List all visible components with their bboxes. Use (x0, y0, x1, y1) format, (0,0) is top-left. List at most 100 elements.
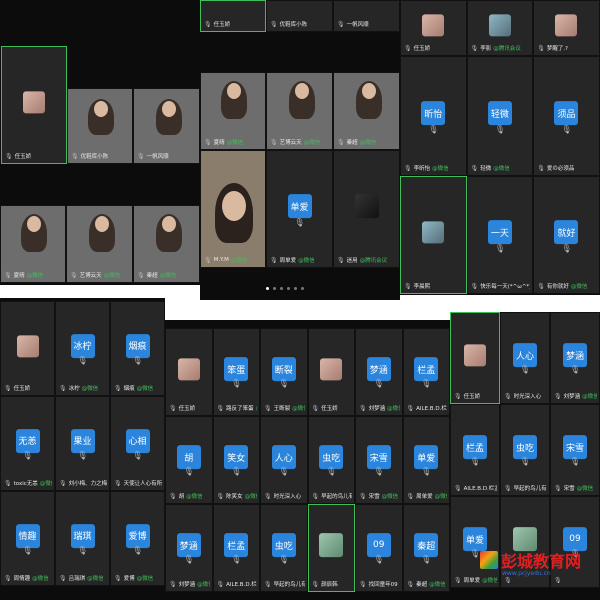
participant-tile[interactable]: 🎙 艺博云天 @微信 (66, 205, 133, 283)
microphone-icon: 🎙 (373, 554, 384, 564)
participant-tile[interactable]: 烟痕 🎙 🎙 烟痕 @微信 (110, 301, 165, 396)
participant-tile[interactable]: 栏孟🎙🎙AILE.B.D.栏孟 (212, 504, 260, 592)
avatar: 笨蛋 (224, 357, 249, 382)
participant-tile[interactable]: 🎙 任玉娇 (200, 0, 266, 32)
participant-tile[interactable]: 🎙 任玉娇 (0, 301, 55, 396)
participant-tile[interactable]: 冰柠 🎙 🎙 冰柠 @微信 (55, 301, 110, 396)
microphone-icon: 🎙 (494, 244, 505, 254)
participant-tile[interactable]: 🎙 颜辰韩 (307, 504, 355, 592)
participant-name: 夏晴 (213, 140, 225, 146)
avatar: 爱博 (125, 523, 150, 548)
participant-name: M.Y.M (213, 257, 229, 263)
participant-tile[interactable]: 🎙 任玉娇 (307, 328, 355, 416)
microphone-icon: 🎙 (421, 378, 432, 388)
participant-tile[interactable]: 情趣 🎙 🎙 周情趣 @微信 (0, 491, 55, 586)
participant-name: 优鞋库小陈 (80, 154, 109, 160)
participant-tile[interactable]: 🎙 夏晴 @微信 (0, 205, 66, 283)
participant-tile[interactable]: 轻微 🎙 🎙 轻微 @微信 (466, 56, 534, 176)
avatar: 宋雪 (563, 435, 587, 460)
participant-tile[interactable]: 梦涵🎙🎙刘梦涵@微信 (165, 504, 213, 592)
participant-tile[interactable]: 就好 🎙 🎙 有你就好 @微信 (533, 176, 600, 294)
mic-icon: 🎙 (406, 404, 415, 412)
participant-tile[interactable]: 🎙 李影 @腾讯会议 (466, 0, 534, 56)
mic-icon: 🎙 (4, 271, 12, 279)
participant-tile[interactable]: 梦涵🎙🎙刘梦涵@微信 (550, 312, 600, 404)
participant-tile[interactable]: 笑女🎙🎙陈笑女@微信 (212, 416, 260, 504)
participant-tile[interactable]: 栏孟🎙🎙AILE.B.D.栏孟 (450, 404, 500, 496)
screenshot-2: 🎙 任玉娇 🎙 李影 @腾讯会议 🎙 梦醒了.? 昕怡 🎙 🎙 李昕怡 @微信 轻微 🎙 🎙 轻微 @微信 须品 🎙… (400, 0, 600, 295)
participant-tile[interactable]: 🎙 优鞋库小陈 (266, 0, 333, 32)
avatar: 虫吃 (271, 533, 296, 558)
participant-name: toxic无恙 (13, 481, 38, 487)
microphone-icon: 🎙 (77, 355, 88, 365)
participant-tile[interactable]: 🎙 M.Y.M @微信 (200, 150, 266, 268)
participant-tile[interactable]: 🎙 任玉娇 (1, 46, 67, 164)
participant-tile[interactable]: 梦涵🎙🎙刘梦涵@微信 (355, 328, 403, 416)
participant-tile[interactable]: 爱博 🎙 🎙 爱博 @微信 (110, 491, 165, 586)
participant-tile[interactable]: 09 🎙 🎙 (550, 496, 600, 588)
participant-name: 夏晴 (13, 273, 25, 279)
participant-tile[interactable]: 🎙 秦超 @微信 (333, 72, 400, 150)
participant-tile[interactable]: 🎙 任玉娇 (450, 312, 500, 404)
participant-name: 宋雪 (368, 494, 380, 500)
participant-name: 艺博云天 (79, 273, 102, 279)
participant-tile[interactable]: 果业🎙🎙刘小梅、力之梅果… (55, 396, 110, 491)
participant-name: AILE.B.D.栏孟 (416, 406, 447, 412)
participant-tile[interactable]: 单爱🎙🎙周单爱@微信 (402, 416, 450, 504)
microphone-icon: 🎙 (428, 125, 439, 135)
participant-tile[interactable]: 笨蛋🎙🎙路反了笨蛋@微信 (212, 328, 260, 416)
participant-tile[interactable]: 瑞琪 🎙 🎙 吕瑞琪 @微信 (55, 491, 110, 586)
participant-tile[interactable]: 虫吃🎙🎙早起的鸟儿有虫吃 (260, 504, 308, 592)
participant-tile[interactable]: 🎙 一帆风顺 (333, 0, 400, 32)
participant-tile[interactable]: 胡 🎙 🎙 胡 @微信 (165, 416, 213, 504)
microphone-icon: 🎙 (519, 365, 531, 375)
participant-tile[interactable]: 昕怡 🎙 🎙 李昕怡 @微信 (400, 56, 467, 176)
page-indicator[interactable] (266, 287, 304, 290)
participant-tile[interactable]: 栏孟🎙🎙AILE.B.D.栏孟 (402, 328, 450, 416)
mic-icon: 🎙 (264, 580, 272, 588)
participant-name: 爱博 (123, 576, 135, 582)
participant-tile[interactable]: 秦超 🎙 🎙 秦超 @微信 (402, 504, 450, 592)
participant-tile[interactable]: 宋雪 🎙 🎙 宋雪 @微信 (355, 416, 403, 504)
participant-tile[interactable]: 人心 🎙 🎙 时光深入心 (500, 312, 550, 404)
participant-tile[interactable]: 虫吃🎙🎙早起的鸟儿有虫吃 (307, 416, 355, 504)
participant-tile[interactable]: 单爱 🎙 🎙 周单爱 @微信 (266, 150, 333, 268)
site-logo: 彭城教育网 (480, 548, 581, 572)
participant-tile[interactable]: 🎙 夏晴 @微信 (200, 72, 266, 150)
participant-name: 天使让人心有所想… (123, 481, 162, 487)
participant-name: 一帆风顺 (146, 154, 169, 160)
participant-tile[interactable]: 🎙 李晨熙 (400, 176, 467, 294)
participant-tile[interactable]: 虫吃🎙🎙早起的鸟儿有虫吃 (500, 404, 550, 496)
microphone-icon: 🎙 (278, 378, 289, 388)
participant-tile[interactable]: 须品 🎙 🎙 爱の必须品 (533, 56, 600, 176)
participant-tile[interactable]: 心相🎙🎙天使让人心有所想… (110, 396, 165, 491)
mic-icon: 🎙 (114, 384, 122, 392)
participant-tile[interactable]: 🎙 梦醒了.? (533, 0, 600, 56)
participant-name: 梦醒了.? (546, 46, 568, 52)
mic-icon: 🎙 (216, 404, 225, 412)
participant-tile[interactable]: 无恙🎙🎙toxic无恙@微信 (0, 396, 55, 491)
mic-icon: 🎙 (454, 576, 462, 584)
participant-tile[interactable]: 🎙 艺博云天 @微信 (266, 72, 333, 150)
microphone-icon: 🎙 (421, 554, 432, 564)
participant-tile[interactable]: 🎙 任玉娇 (165, 328, 213, 416)
participant-tile[interactable]: 🎙 优鞋库小陈 (67, 88, 133, 164)
avatar: 须品 (554, 101, 579, 126)
avatar (23, 91, 45, 114)
microphone-icon: 🎙 (22, 545, 33, 555)
participant-tile[interactable]: 人心 🎙 🎙 时光深入心 (260, 416, 308, 504)
participant-tile[interactable]: 🎙 一帆风顺 (133, 88, 200, 164)
microphone-icon: 🎙 (494, 125, 505, 135)
avatar: 人心 (513, 343, 537, 368)
participant-tile[interactable]: 一天 🎙 🎙 快乐每一天(*^ω^*) (466, 176, 534, 294)
participant-tile[interactable]: 09 🎙 🎙 找回童年09 (355, 504, 403, 592)
participant-tile[interactable]: 单爱🎙🎙周单爱@微信 (450, 496, 500, 588)
microphone-icon: 🎙 (421, 466, 432, 476)
mic-icon: 🎙 (311, 404, 320, 412)
participant-tile[interactable]: 🎙 任玉娇 (400, 0, 467, 56)
participant-name: 周单爱 (463, 578, 481, 584)
participant-tile[interactable]: 断裂🎙🎙王断裂@微信 (260, 328, 308, 416)
participant-tile[interactable]: 宋雪 🎙 🎙 宋雪 @微信 (550, 404, 600, 496)
participant-tile[interactable]: 🎙 秦超 @微信 (133, 205, 200, 283)
participant-tile[interactable]: 🎙 迷用 @腾讯会议 (333, 150, 400, 268)
